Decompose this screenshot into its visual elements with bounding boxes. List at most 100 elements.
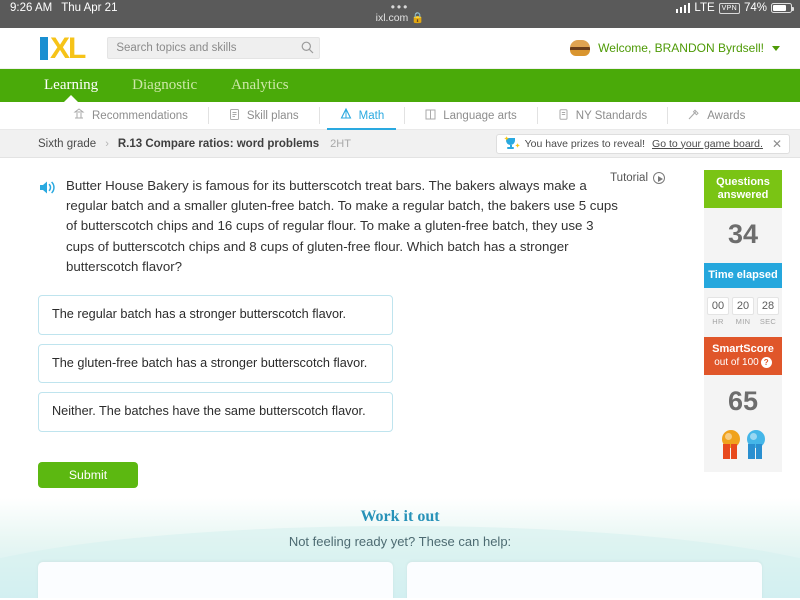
prize-message: You have prizes to reveal!: [524, 137, 646, 150]
logo-l: L: [68, 31, 86, 65]
score-card: Questions answered 34 Time elapsed 00 HR…: [704, 170, 782, 472]
timer-minutes: 20 MIN: [732, 297, 754, 326]
awards-icon: [687, 108, 701, 124]
answer-option[interactable]: Neither. The batches have the same butte…: [38, 392, 393, 432]
chevron-down-icon[interactable]: [772, 45, 780, 51]
question-text: Butter House Bakery is famous for its bu…: [66, 178, 618, 274]
sub-nav-label: Awards: [707, 109, 746, 122]
questions-answered-header: Questions answered: [704, 170, 782, 208]
close-icon[interactable]: ✕: [772, 137, 782, 151]
nav-item-analytics[interactable]: Analytics: [227, 77, 293, 94]
nav-item-learning[interactable]: Learning: [40, 77, 102, 94]
smartscore-title: SmartScore: [712, 343, 774, 355]
search-container: [107, 37, 321, 59]
time-elapsed-header: Time elapsed: [704, 263, 782, 288]
sub-nav-label: Skill plans: [246, 109, 299, 122]
sub-nav-item-language-arts[interactable]: Language arts: [404, 102, 537, 129]
site-header: X L Welcome, BRANDON Byrdsell!: [0, 28, 800, 69]
answer-options: The regular batch has a stronger butters…: [38, 295, 640, 432]
breadcrumb: Sixth grade › R.13 Compare ratios: word …: [38, 138, 351, 150]
trophy-icon: ✦ ✦: [503, 136, 521, 150]
work-it-out-subtitle: Not feeling ready yet? These can help:: [288, 534, 512, 549]
url-text: ixl.com: [375, 12, 409, 24]
breadcrumb-skill: R.13 Compare ratios: word problems: [117, 137, 320, 150]
math-pyramid-icon: [339, 107, 353, 124]
timer-hours-label: HR: [712, 317, 724, 326]
sub-nav-label: Recommendations: [92, 109, 188, 122]
help-card[interactable]: [407, 562, 762, 598]
tab-overview-dots-icon: •••: [390, 0, 410, 14]
timer-hours: 00 HR: [707, 297, 729, 326]
help-icon[interactable]: ?: [760, 356, 772, 368]
sub-nav-item-awards[interactable]: Awards: [667, 102, 765, 129]
submit-button[interactable]: Submit: [38, 461, 138, 488]
timer-hours-value: 00: [707, 297, 729, 315]
help-card[interactable]: [38, 562, 393, 598]
user-menu[interactable]: Welcome, BRANDON Byrdsell!: [570, 40, 780, 56]
prize-banner: ✦ ✦ You have prizes to reveal! Go to your…: [495, 133, 790, 154]
smartscore-header: SmartScore out of 100?: [704, 337, 782, 375]
nav-item-diagnostic[interactable]: Diagnostic: [128, 77, 201, 94]
play-icon[interactable]: [653, 172, 665, 184]
questions-answered-value: 34: [727, 219, 759, 249]
help-cards: [0, 562, 800, 598]
sub-nav-label: NY Standards: [575, 109, 648, 122]
timer-minutes-value: 20: [732, 297, 754, 315]
secondary-nav: Recommendations Skill plans Math Languag…: [0, 102, 800, 130]
answer-option[interactable]: The gluten-free batch has a stronger but…: [38, 343, 393, 384]
status-bar-date: Thu Apr 21: [61, 2, 118, 14]
speaker-audio-icon[interactable]: [38, 179, 57, 277]
welcome-text: Welcome, BRANDON Byrdsell!: [598, 41, 764, 55]
ixl-logo[interactable]: X L: [40, 31, 86, 65]
work-it-out-title: Work it out: [360, 508, 440, 525]
tutorial-link[interactable]: Tutorial: [575, 172, 665, 184]
sub-nav-item-recommendations[interactable]: Recommendations: [52, 102, 208, 129]
smartscore-subtitle-wrap: out of 100?: [706, 356, 780, 369]
search-icon[interactable]: [301, 41, 314, 59]
smartscore-subtitle: out of 100: [714, 357, 759, 368]
sub-nav-label: Math: [358, 109, 385, 122]
main-content: Butter House Bakery is famous for its bu…: [0, 158, 800, 532]
answer-option[interactable]: The regular batch has a stronger butters…: [38, 295, 393, 335]
sub-nav-item-skill-plans[interactable]: Skill plans: [207, 102, 319, 129]
battery-icon: [771, 2, 794, 14]
search-input[interactable]: [107, 37, 321, 59]
progress-rail: Tutorial Questions answered 34 Time elap…: [610, 158, 800, 532]
timer-minutes-label: MIN: [735, 317, 751, 326]
game-board-link[interactable]: Go to your game board.: [652, 138, 763, 150]
timer-seconds-value: 28: [757, 297, 779, 315]
status-bar-url: ixl.com 🔒: [376, 12, 425, 25]
logo-x: X: [50, 31, 70, 65]
status-bar-left: 9:26 AM Thu Apr 21: [10, 1, 117, 14]
avatar-hamburger-icon: [570, 40, 591, 56]
blue-ribbon-icon: [746, 430, 765, 460]
timer-seconds: 28 SEC: [757, 297, 779, 326]
logo-i-bar: [40, 36, 48, 60]
battery-percent: 74%: [743, 2, 767, 14]
tutorial-label: Tutorial: [610, 172, 648, 184]
sub-nav-item-math[interactable]: Math: [318, 102, 405, 130]
sub-nav-label: Language arts: [443, 109, 517, 122]
timer: 00 HR 20 MIN 28 SEC: [704, 288, 782, 328]
breadcrumb-grade[interactable]: Sixth grade: [38, 138, 96, 150]
network-type: LTE: [694, 2, 715, 14]
signal-bars-icon: [675, 3, 691, 13]
status-bar-right: LTE VPN 74%: [675, 1, 794, 14]
timer-seconds-label: SEC: [759, 317, 777, 326]
sub-nav-item-ny-standards[interactable]: NY Standards: [536, 102, 667, 129]
clipboard-icon: [228, 108, 241, 124]
breadcrumb-separator-icon: ›: [105, 137, 109, 150]
lock-icon: 🔒: [411, 12, 425, 24]
status-bar-time: 9:26 AM: [10, 2, 53, 14]
award-ribbons: [704, 430, 782, 472]
gold-ribbon-icon: [721, 430, 740, 460]
breadcrumb-row: Sixth grade › R.13 Compare ratios: word …: [0, 130, 800, 158]
question-block: Butter House Bakery is famous for its bu…: [38, 176, 623, 277]
standards-icon: [557, 108, 570, 124]
recommendations-icon: [72, 107, 86, 124]
book-icon: [424, 108, 437, 124]
ios-status-bar: 9:26 AM Thu Apr 21 ••• ixl.com 🔒 LTE VPN…: [0, 0, 800, 28]
vpn-badge: VPN: [718, 2, 740, 14]
question-column: Butter House Bakery is famous for its bu…: [0, 158, 640, 498]
primary-nav: Learning Diagnostic Analytics: [0, 69, 800, 102]
